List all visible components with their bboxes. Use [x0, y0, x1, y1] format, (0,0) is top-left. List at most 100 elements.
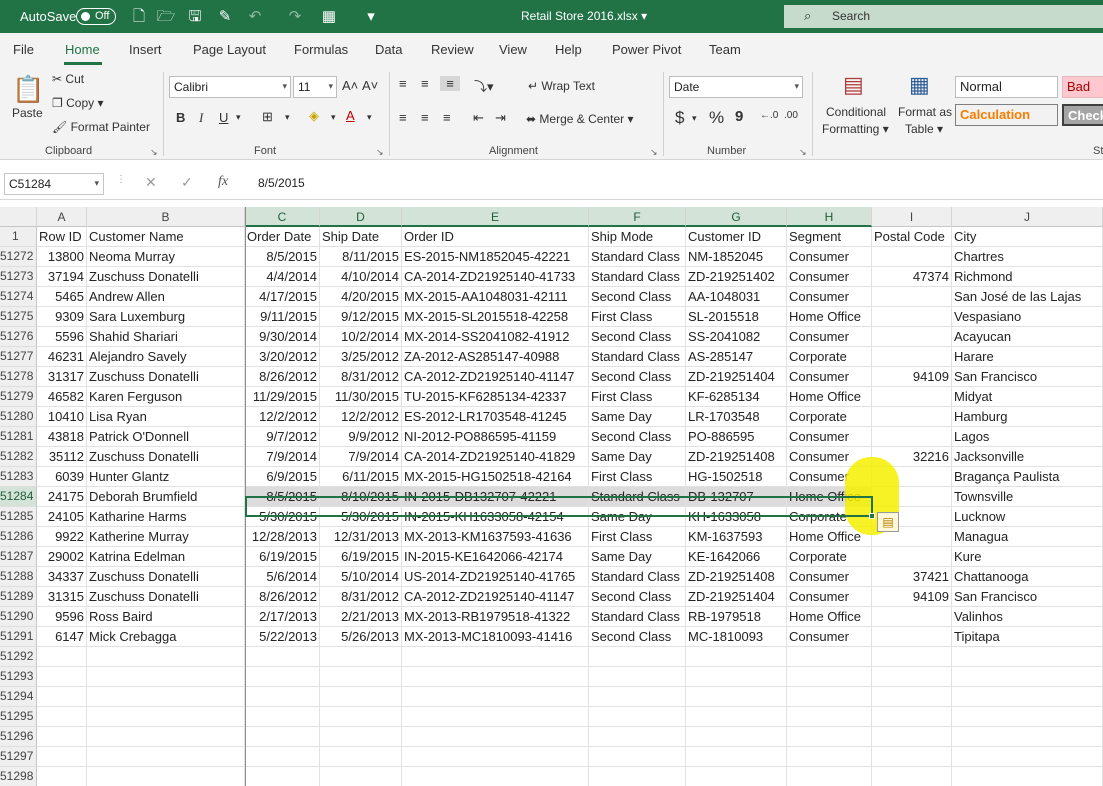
cell-f[interactable]: First Class — [589, 387, 686, 407]
cell-h[interactable]: Consumer — [787, 427, 872, 447]
row-header[interactable]: 51275 — [0, 307, 37, 327]
open-folder-icon[interactable]: 🗁 — [155, 7, 177, 27]
cell-b[interactable] — [87, 667, 245, 687]
column-title-a[interactable]: Row ID — [37, 227, 87, 247]
wrap-text-button[interactable]: ↵ Wrap Text — [528, 79, 595, 93]
cell-c[interactable] — [245, 727, 320, 747]
cell-b[interactable]: Zuschuss Donatelli — [87, 567, 245, 587]
cell-b[interactable] — [87, 647, 245, 667]
font-launcher-icon[interactable]: ↘ — [376, 147, 384, 158]
cell-f[interactable]: Standard Class — [589, 607, 686, 627]
cell-i[interactable] — [872, 247, 952, 267]
cell-a[interactable]: 46582 — [37, 387, 87, 407]
column-title-f[interactable]: Ship Mode — [589, 227, 686, 247]
cell-g[interactable] — [686, 707, 787, 727]
cell-f[interactable] — [589, 687, 686, 707]
row-header[interactable]: 51283 — [0, 467, 37, 487]
row-header[interactable]: 51285 — [0, 507, 37, 527]
cell-f[interactable]: First Class — [589, 307, 686, 327]
tab-help[interactable]: Help — [555, 42, 582, 57]
cell-h[interactable]: Corporate — [787, 407, 872, 427]
cell-h[interactable] — [787, 767, 872, 786]
column-header-b[interactable]: B — [87, 207, 245, 227]
cell-g[interactable]: AA-1048031 — [686, 287, 787, 307]
cell-a[interactable] — [37, 767, 87, 786]
alignment-launcher-icon[interactable]: ↘ — [650, 147, 658, 158]
column-header-g[interactable]: G — [686, 207, 787, 227]
cell-a[interactable]: 9309 — [37, 307, 87, 327]
tab-review[interactable]: Review — [431, 42, 474, 57]
cell-c[interactable]: 3/20/2012 — [245, 347, 320, 367]
cell-g[interactable] — [686, 747, 787, 767]
cell-i[interactable] — [872, 547, 952, 567]
font-name-dropdown[interactable]: Calibri ▾ — [169, 76, 291, 98]
cell-f[interactable]: Second Class — [589, 427, 686, 447]
cell-e[interactable]: US-2014-ZD21925140-41765 — [402, 567, 589, 587]
cell-i[interactable] — [872, 287, 952, 307]
cell-e[interactable]: IN-2015-DB132707-42221 — [402, 487, 589, 507]
cell-j[interactable]: Chartres — [952, 247, 1103, 267]
column-title-d[interactable]: Ship Date — [320, 227, 402, 247]
cell-c[interactable]: 5/30/2015 — [245, 507, 320, 527]
format-painter-button[interactable]: 🖌 Format Painter — [52, 120, 150, 134]
fill-handle[interactable] — [869, 513, 875, 519]
document-title[interactable]: Retail Store 2016.xlsx ▾ — [521, 9, 647, 23]
cell-f[interactable]: Same Day — [589, 547, 686, 567]
row-header[interactable]: 51298 — [0, 767, 37, 786]
cell-a[interactable]: 31317 — [37, 367, 87, 387]
align-left-icon[interactable]: ≡ — [399, 110, 407, 125]
cell-a[interactable]: 35112 — [37, 447, 87, 467]
percent-button[interactable]: % — [709, 108, 724, 128]
cell-a[interactable]: 24105 — [37, 507, 87, 527]
column-title-c[interactable]: Order Date — [245, 227, 320, 247]
cell-i[interactable] — [872, 627, 952, 647]
autosave-toggle[interactable]: Off — [76, 8, 116, 25]
enter-icon[interactable]: ✓ — [181, 174, 193, 191]
cell-d[interactable]: 4/20/2015 — [320, 287, 402, 307]
cell-b[interactable]: Zuschuss Donatelli — [87, 267, 245, 287]
cell-j[interactable]: San José de las Lajas — [952, 287, 1103, 307]
insert-function-icon[interactable]: fx — [218, 174, 228, 190]
cell-f[interactable]: Standard Class — [589, 567, 686, 587]
row-header[interactable]: 1 — [0, 227, 37, 247]
cell-d[interactable]: 6/19/2015 — [320, 547, 402, 567]
cell-j[interactable] — [952, 727, 1103, 747]
cell-e[interactable] — [402, 687, 589, 707]
cell-d[interactable]: 5/30/2015 — [320, 507, 402, 527]
row-header[interactable]: 51279 — [0, 387, 37, 407]
row-header[interactable]: 51286 — [0, 527, 37, 547]
cell-e[interactable]: MX-2013-KM1637593-41636 — [402, 527, 589, 547]
column-header-c[interactable]: C — [245, 207, 320, 227]
cell-d[interactable]: 9/12/2015 — [320, 307, 402, 327]
cell-e[interactable]: IN-2015-KE1642066-42174 — [402, 547, 589, 567]
decrease-font-icon[interactable]: A˅ — [362, 78, 378, 93]
cell-e[interactable]: NI-2012-PO886595-41159 — [402, 427, 589, 447]
cell-c[interactable]: 11/29/2015 — [245, 387, 320, 407]
style-calculation[interactable]: Calculation — [955, 104, 1058, 126]
row-header[interactable]: 51278 — [0, 367, 37, 387]
style-check[interactable]: Check — [1062, 104, 1103, 126]
cell-g[interactable]: HG-1502518 — [686, 467, 787, 487]
cell-c[interactable]: 12/2/2012 — [245, 407, 320, 427]
cell-g[interactable]: ZD-219251408 — [686, 567, 787, 587]
cell-g[interactable]: KH-1633058 — [686, 507, 787, 527]
cell-f[interactable] — [589, 747, 686, 767]
cell-e[interactable]: MX-2013-RB1979518-41322 — [402, 607, 589, 627]
cell-b[interactable]: Mick Crebagga — [87, 627, 245, 647]
cell-a[interactable]: 37194 — [37, 267, 87, 287]
quick-analysis-icon[interactable]: ▤ — [877, 512, 899, 532]
cell-e[interactable] — [402, 647, 589, 667]
cell-a[interactable]: 34337 — [37, 567, 87, 587]
tab-page-layout[interactable]: Page Layout — [193, 42, 266, 57]
cell-g[interactable]: RB-1979518 — [686, 607, 787, 627]
copy-button[interactable]: ❐ Copy ▾ — [52, 96, 103, 110]
cut-button[interactable]: ✂ Cut — [52, 72, 84, 86]
cell-d[interactable]: 11/30/2015 — [320, 387, 402, 407]
cell-d[interactable]: 6/11/2015 — [320, 467, 402, 487]
cell-g[interactable] — [686, 687, 787, 707]
cell-d[interactable]: 7/9/2014 — [320, 447, 402, 467]
cell-e[interactable]: TU-2015-KF6285134-42337 — [402, 387, 589, 407]
cell-h[interactable]: Consumer — [787, 627, 872, 647]
cell-f[interactable] — [589, 727, 686, 747]
cell-a[interactable] — [37, 707, 87, 727]
